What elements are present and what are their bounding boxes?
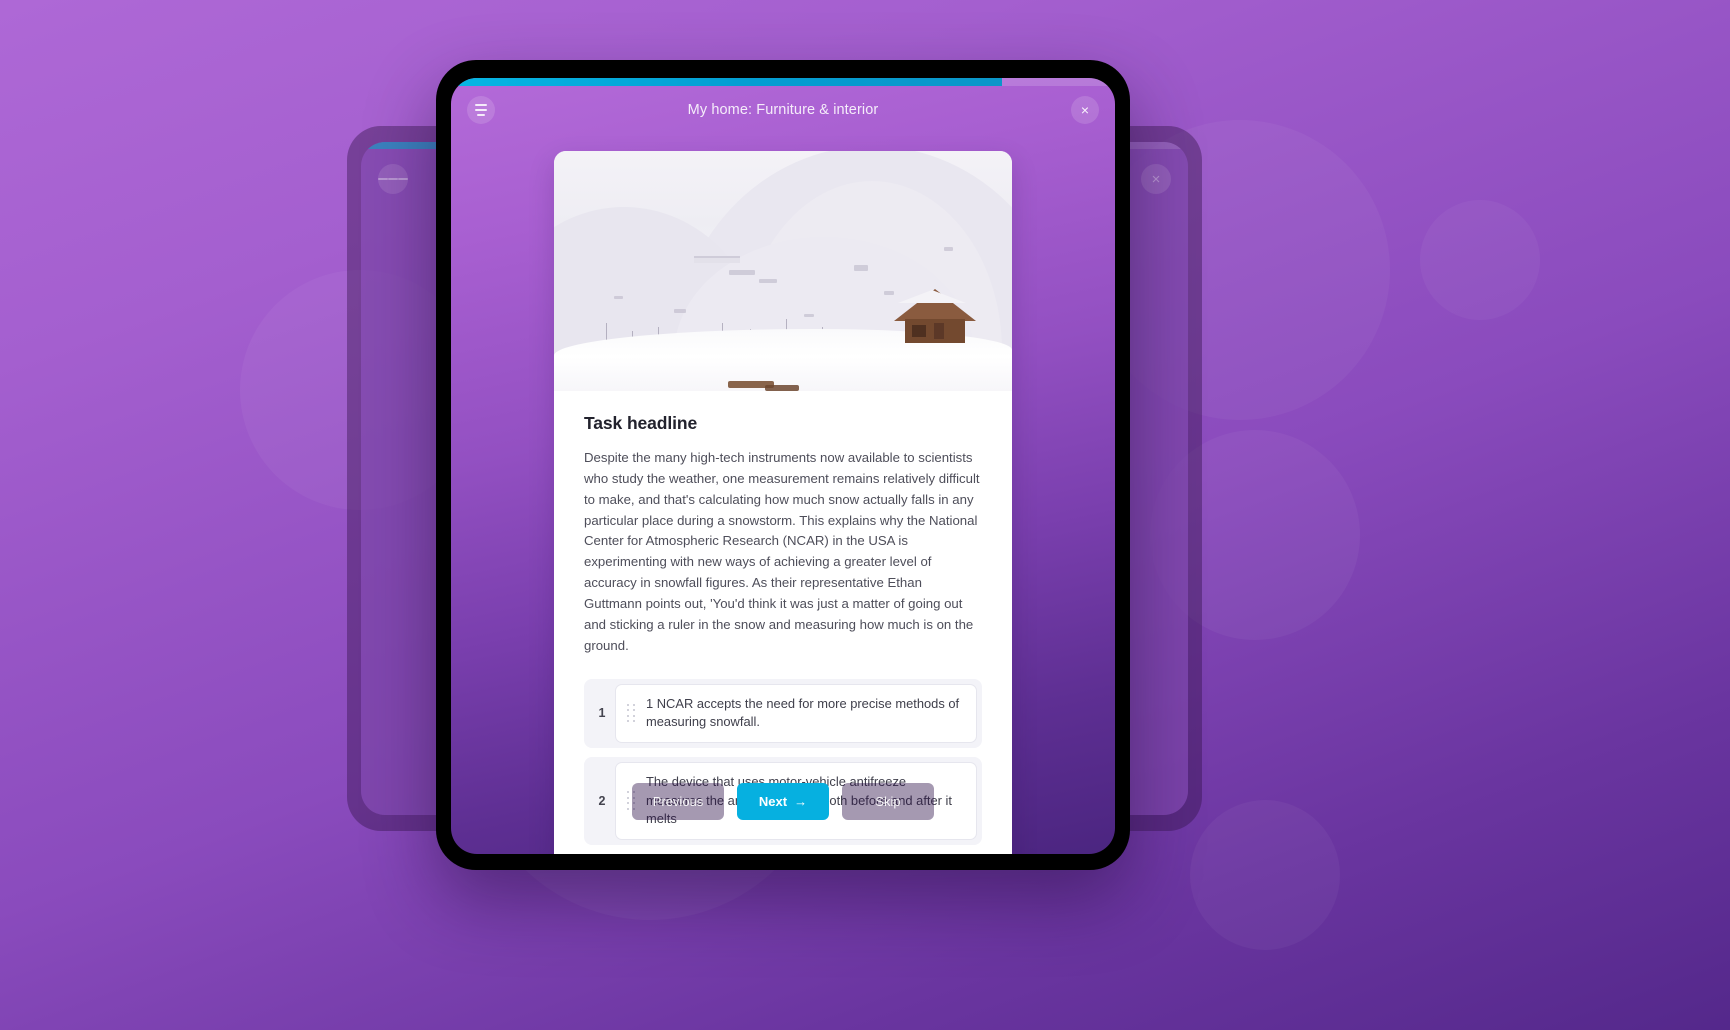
list-item[interactable]: 1 1 NCAR accepts the need for more preci… <box>584 678 982 748</box>
previous-button[interactable]: Previous <box>632 783 724 820</box>
task-paragraph: Despite the many high-tech instruments n… <box>584 450 980 653</box>
task-card: Task headline Despite the many high-tech… <box>554 151 1012 854</box>
arrow-right-icon: → <box>794 794 808 809</box>
app-header: My home: Furniture & interior × <box>451 78 1115 134</box>
task-headline: Task headline <box>584 413 698 433</box>
next-button-label: Next <box>758 794 788 809</box>
list-item-card[interactable]: 1 NCAR accepts the need for more precise… <box>615 683 977 743</box>
hamburger-menu-icon[interactable] <box>467 96 495 124</box>
list-item-number: 1 <box>598 706 606 721</box>
ordering-list: 1 1 NCAR accepts the need for more preci… <box>584 678 982 854</box>
list-item-label: 1 NCAR accepts the need for more precise… <box>646 695 960 730</box>
skip-button[interactable]: Skip <box>842 783 934 820</box>
progress-fill <box>451 78 1003 86</box>
drag-handle-icon[interactable] <box>624 702 638 724</box>
progress-track <box>451 78 1115 86</box>
decorative-bubble <box>1190 800 1340 950</box>
hero-cabin <box>894 289 976 345</box>
hero-distant-building <box>694 256 740 263</box>
tablet-device: My home: Furniture & interior × Task hea… <box>436 60 1130 870</box>
hero-image <box>554 151 1012 391</box>
hero-log-pile <box>764 385 799 391</box>
next-button[interactable]: Next → <box>737 783 829 820</box>
tablet-screen: My home: Furniture & interior × Task hea… <box>451 78 1115 854</box>
decorative-bubble <box>1420 200 1540 320</box>
page-backdrop: × My home: Furniture & interior × Task h… <box>0 0 1730 1030</box>
background-hamburger-menu-icon <box>378 164 408 194</box>
footer-actions: Previous Next → Skip <box>451 783 1115 820</box>
close-icon[interactable]: × <box>1071 96 1099 124</box>
background-close-icon: × <box>1141 164 1171 194</box>
page-title: My home: Furniture & interior <box>687 102 879 118</box>
